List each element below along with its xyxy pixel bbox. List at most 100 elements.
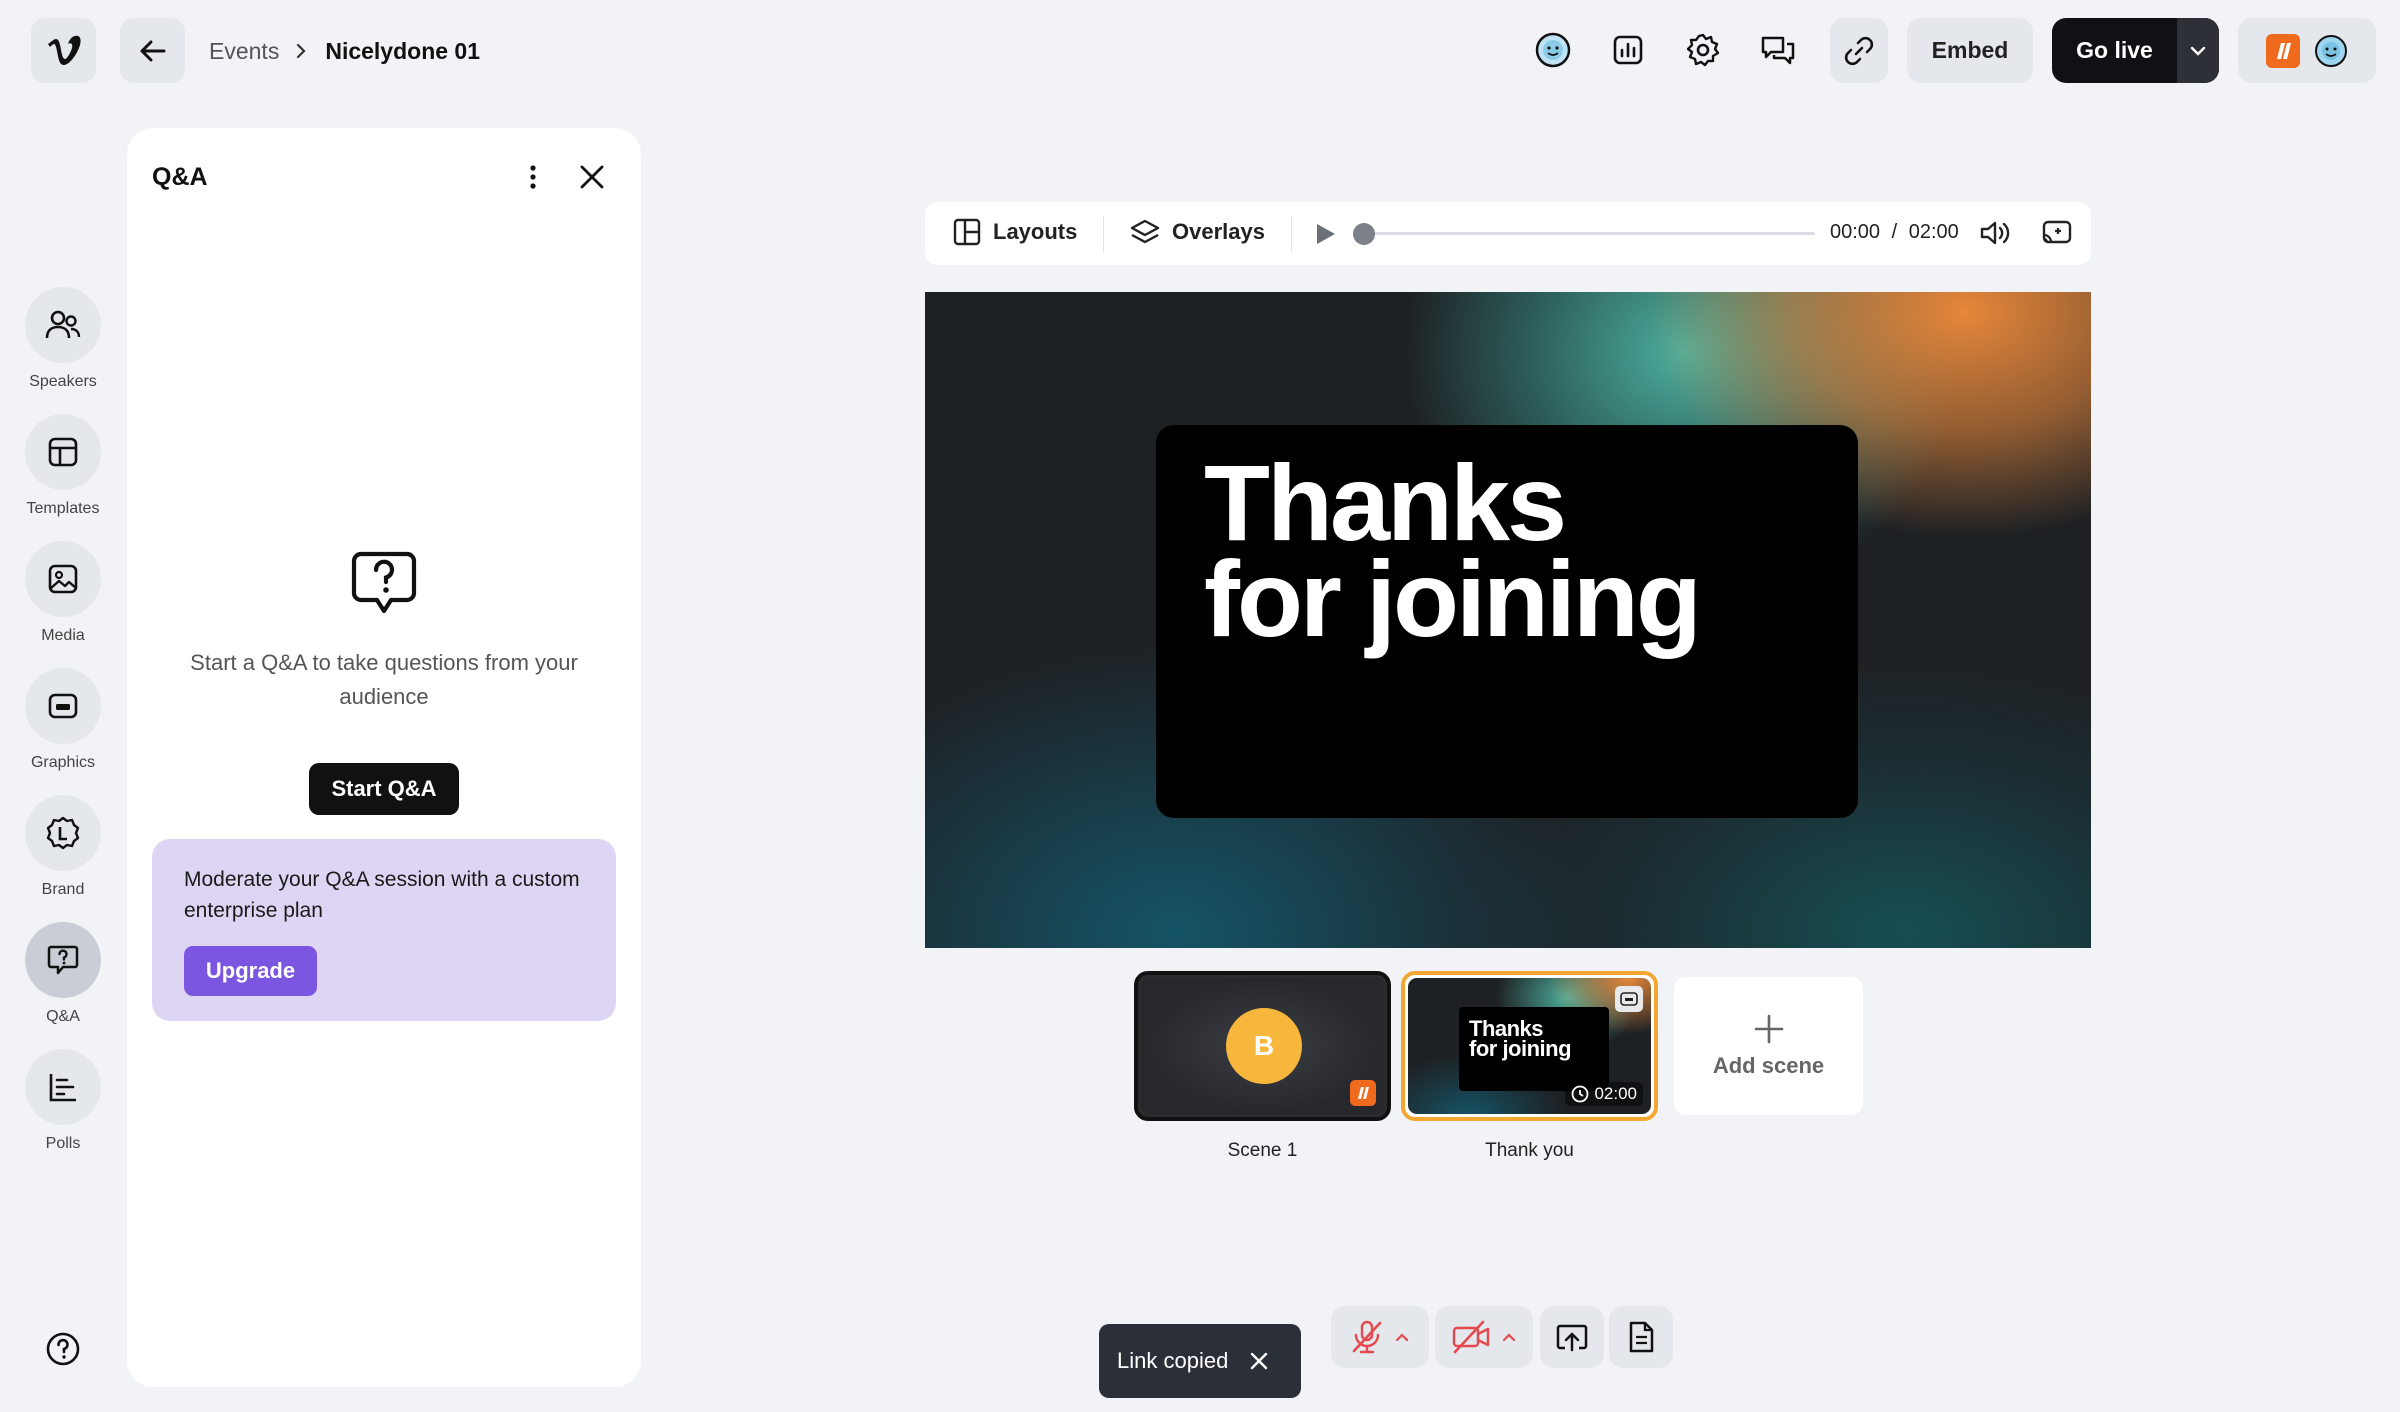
picture-in-picture-button[interactable]: [2041, 218, 2073, 248]
start-qa-button[interactable]: Start Q&A: [309, 763, 459, 815]
cast-screen-icon: [2042, 220, 2072, 244]
more-options-button[interactable]: [518, 162, 548, 192]
share-screen-button[interactable]: [1540, 1306, 1604, 1368]
back-button[interactable]: [120, 18, 185, 83]
volume-icon: [1980, 221, 2010, 245]
toolbar-divider: [1103, 216, 1104, 252]
copy-link-button[interactable]: [1830, 18, 1888, 83]
notes-icon: [1629, 1321, 1654, 1353]
participants-button[interactable]: [2238, 18, 2376, 83]
toast-message: Link copied: [1117, 1348, 1229, 1373]
brand-icon: [46, 816, 80, 850]
sidebar-item-label: Q&A: [46, 1008, 80, 1025]
overlays-label: Overlays: [1172, 219, 1265, 244]
mic-off-icon: [1352, 1320, 1382, 1354]
sidebar-item-media[interactable]: Media: [16, 541, 110, 645]
notes-button[interactable]: [1609, 1306, 1673, 1368]
toast-close-button[interactable]: [1250, 1352, 1268, 1370]
layout-grid-icon: [953, 218, 981, 246]
sidebar-item-label: Graphics: [30, 754, 96, 771]
embed-button[interactable]: Embed: [1907, 18, 2033, 83]
play-button[interactable]: [1313, 222, 1337, 246]
go-live-button[interactable]: Go live: [2052, 37, 2177, 64]
sidebar-item-speakers[interactable]: Speakers: [16, 287, 110, 391]
polls-icon: [49, 1074, 76, 1102]
sidebar-item-polls[interactable]: Polls: [16, 1049, 110, 1153]
toolbar-divider: [1291, 216, 1292, 252]
templates-icon: [48, 437, 78, 467]
play-icon: [1317, 224, 1335, 244]
sidebar-item-label: Brand: [41, 881, 85, 898]
sidebar-item-brand[interactable]: Brand: [16, 795, 110, 899]
scene-label: Thank you: [1485, 1140, 1574, 1161]
analytics-button[interactable]: [1602, 24, 1654, 76]
graphics-icon: [1615, 986, 1643, 1012]
speaker-avatar: B: [1226, 1008, 1302, 1084]
playback-progress-track[interactable]: [1361, 232, 1815, 235]
timer-icon: [1572, 1085, 1589, 1103]
qa-empty-message: Start a Q&A to take questions from your …: [190, 650, 578, 709]
chevron-up-icon: [1502, 1333, 1516, 1342]
vimeo-logo-button[interactable]: [31, 18, 96, 83]
volume-button[interactable]: [1979, 218, 2011, 248]
go-live-button-group: Go live: [2052, 18, 2219, 83]
vimeo-logo-icon: [47, 35, 81, 65]
enterprise-upsell-card: Moderate your Q&A session with a custom …: [152, 839, 616, 1021]
scene-thumbnail-2[interactable]: Thanks for joining 02:00: [1401, 971, 1658, 1121]
go-live-menu-button[interactable]: [2177, 18, 2219, 83]
chat-button[interactable]: [1752, 24, 1804, 76]
qa-icon: [47, 945, 79, 975]
breadcrumb-events-link[interactable]: Events: [209, 38, 279, 65]
camera-toggle[interactable]: [1435, 1306, 1533, 1368]
current-time: 00:00: [1830, 221, 1881, 243]
scene-label: Scene 1: [1227, 1140, 1298, 1161]
scene-thumbnail-1[interactable]: B: [1134, 971, 1391, 1121]
thanks-graphic-card: Thanks for joining: [1156, 425, 1858, 818]
sidebar-item-qa[interactable]: Q&A: [16, 922, 110, 1026]
scene-duration-value: 02:00: [1594, 1084, 1637, 1103]
emoji-reaction-button[interactable]: [1527, 24, 1579, 76]
stage-headline-line2: for joining: [1204, 538, 1702, 659]
graphics-icon: [48, 693, 78, 719]
playback-time: 00:00 / 02:00: [1830, 221, 1959, 244]
sidebar-item-label: Media: [41, 627, 85, 644]
overlays-button[interactable]: Overlays: [1130, 218, 1265, 246]
link-icon: [1844, 36, 1874, 65]
sidebar-item-templates[interactable]: Templates: [16, 414, 110, 518]
brand-badge-icon: [1350, 1080, 1376, 1106]
time-separator: /: [1891, 221, 1898, 243]
live-stage-preview: Thanks for joining: [925, 292, 2091, 948]
close-icon: [580, 165, 604, 189]
help-button[interactable]: [44, 1330, 82, 1368]
sidebar-item-label: Templates: [26, 500, 100, 517]
brand-badge-icon: [2266, 33, 2300, 68]
analytics-icon: [1613, 35, 1643, 65]
qa-panel: Q&A Start a Q&A to take questions from y…: [127, 128, 641, 1387]
speakers-icon: [45, 310, 81, 339]
close-panel-button[interactable]: [575, 160, 609, 194]
qa-panel-title: Q&A: [152, 163, 208, 191]
chevron-down-icon: [2190, 46, 2206, 56]
camera-off-icon: [1452, 1320, 1490, 1354]
media-icon: [48, 564, 78, 594]
player-toolbar: Layouts Overlays 00:00 / 02:00: [925, 202, 2091, 265]
layouts-button[interactable]: Layouts: [953, 218, 1077, 246]
playback-scrubber-handle[interactable]: [1353, 223, 1375, 245]
scene-duration: 02:00: [1565, 1082, 1643, 1106]
upgrade-button[interactable]: Upgrade: [184, 946, 317, 996]
add-scene-button[interactable]: Add scene: [1674, 977, 1863, 1115]
plus-icon: [1754, 1014, 1783, 1044]
scene-thumb-text: Thanks for joining: [1459, 1007, 1609, 1091]
microphone-toggle[interactable]: [1331, 1306, 1429, 1368]
share-screen-icon: [1556, 1324, 1588, 1352]
toast-notification: Link copied: [1099, 1324, 1301, 1398]
help-icon: [46, 1332, 80, 1366]
sidebar-item-label: Speakers: [29, 373, 97, 390]
breadcrumb-current: Nicelydone 01: [325, 37, 481, 64]
sidebar-item-graphics[interactable]: Graphics: [16, 668, 110, 772]
upsell-message: Moderate your Q&A session with a custom …: [184, 868, 580, 922]
settings-button[interactable]: [1677, 24, 1729, 76]
stage-headline-line1: Thanks: [1204, 442, 1567, 563]
scene-thumb-line2: for joining: [1469, 1036, 1572, 1061]
settings-gear-icon: [1686, 33, 1720, 67]
